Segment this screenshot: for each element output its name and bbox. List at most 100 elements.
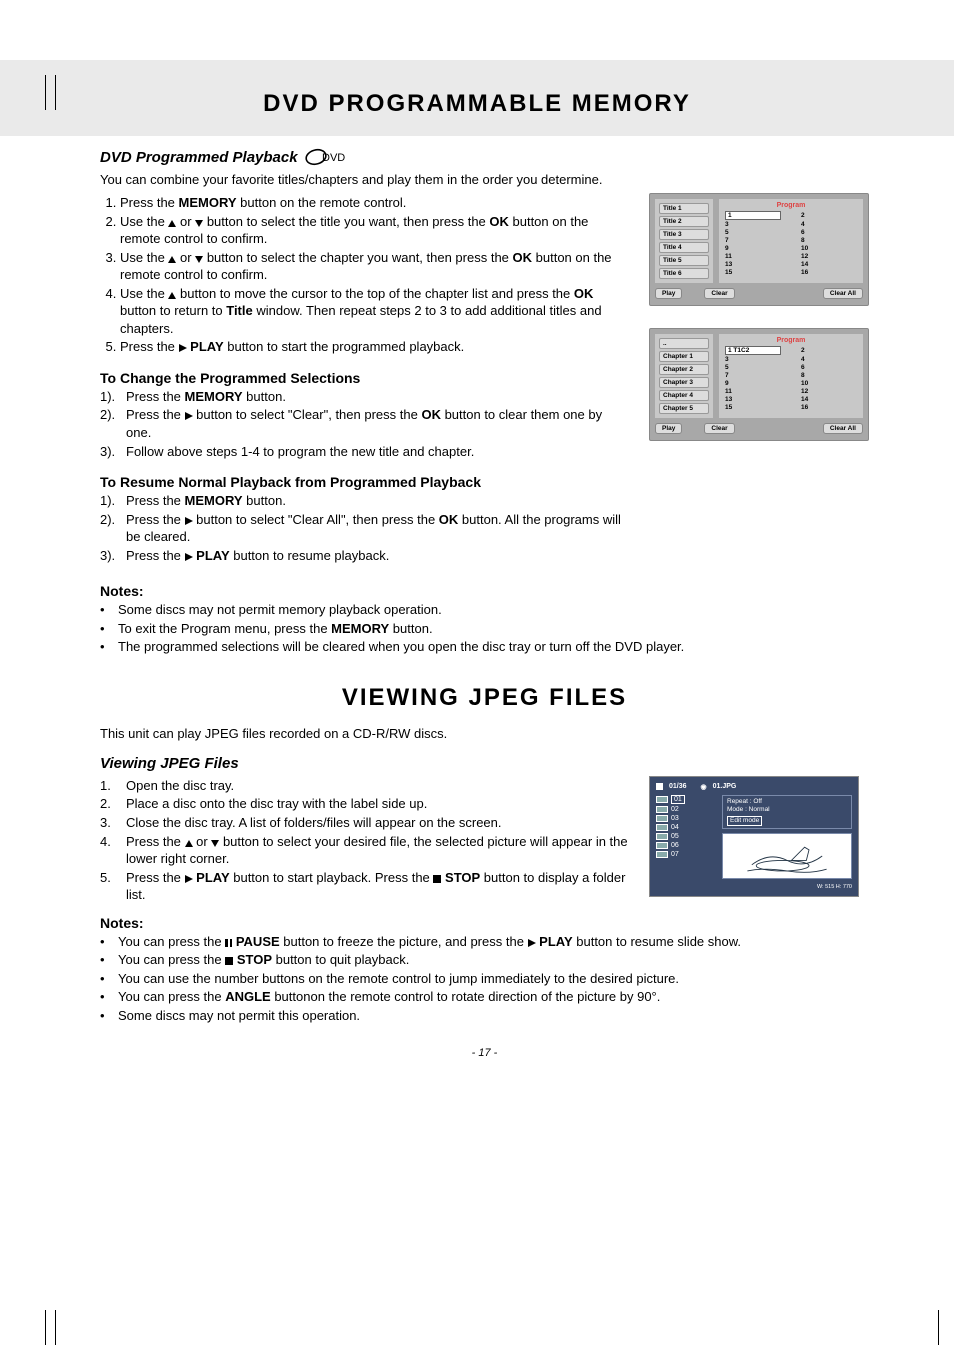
file-icon (656, 842, 668, 849)
jpeg-file-item: 03 (656, 815, 716, 822)
step: 1).Press the MEMORY button. (100, 492, 629, 510)
osd-slot: 11 (725, 253, 781, 260)
osd-slot: 10 (801, 380, 857, 387)
osd-slot: 16 (801, 269, 857, 276)
step: 2.Place a disc onto the disc tray with t… (100, 795, 629, 813)
osd-slot: 8 (801, 237, 857, 244)
osd-slot: 7 (725, 372, 781, 379)
change-steps: 1).Press the MEMORY button. 2).Press the… (100, 388, 629, 460)
osd-slot: 13 (725, 261, 781, 268)
notes-heading-1: Notes: (100, 583, 869, 599)
osd-slot: 1 (725, 211, 781, 220)
osd-program-chapters: ..Chapter 1Chapter 2Chapter 3Chapter 4Ch… (649, 328, 869, 441)
subsection-title-1: DVD Programmed Playback DVD (100, 148, 346, 166)
notes-list-1: Some discs may not permit memory playbac… (100, 601, 869, 656)
osd-chapter-item: Chapter 1 (659, 351, 709, 362)
step: 2).Press the button to select "Clear", t… (100, 406, 629, 441)
note: You can use the number buttons on the re… (100, 970, 869, 988)
osd-clear-button: Clear (704, 288, 734, 299)
osd-title-item: Title 3 (659, 229, 709, 240)
osd-slot: 11 (725, 388, 781, 395)
file-icon (656, 824, 668, 831)
section-header-1: DVD PROGRAMMABLE MEMORY (0, 60, 954, 136)
sub-heading-change: To Change the Programmed Selections (100, 370, 629, 386)
notes-heading-2: Notes: (100, 915, 869, 931)
jpeg-file-item: 05 (656, 833, 716, 840)
osd-title-item: Title 4 (659, 242, 709, 253)
osd-jpeg-viewer: 01/36 ◉ 01.JPG 01020304050607 Repeat : O… (649, 776, 859, 897)
osd-slot: 12 (801, 388, 857, 395)
osd-up-item: .. (659, 338, 709, 349)
osd-clearall-button: Clear All (823, 288, 863, 299)
play-icon (185, 517, 193, 525)
step: Use the button to move the cursor to the… (120, 285, 629, 338)
file-icon (656, 806, 668, 813)
note: Some discs may not permit this operation… (100, 1007, 869, 1025)
step: Use the or button to select the chapter … (120, 249, 629, 284)
osd-slot: 3 (725, 356, 781, 363)
play-icon (185, 875, 193, 883)
osd-clearall-button: Clear All (823, 423, 863, 434)
jpeg-file-item: 06 (656, 842, 716, 849)
subsection-title-2: Viewing JPEG Files (100, 755, 239, 772)
file-icon (656, 815, 668, 822)
step: 1).Press the MEMORY button. (100, 388, 629, 406)
osd-slot: 13 (725, 396, 781, 403)
osd-slot: 15 (725, 404, 781, 411)
step: 3.Close the disc tray. A list of folders… (100, 814, 629, 832)
osd-title-item: Title 2 (659, 216, 709, 227)
page-number: - 17 - (100, 1047, 869, 1059)
notes-list-2: You can press the PAUSE button to freeze… (100, 933, 869, 1025)
stop-icon (656, 783, 663, 790)
file-icon (656, 833, 668, 840)
step: 5.Press the PLAY button to start playbac… (100, 869, 629, 904)
osd-slot: 4 (801, 221, 857, 228)
osd-slot: 5 (725, 364, 781, 371)
osd-slot: 2 (801, 346, 857, 355)
play-icon (185, 553, 193, 561)
jpeg-preview (722, 833, 852, 879)
osd-title-item: Title 6 (659, 268, 709, 279)
svg-text:DVD: DVD (322, 152, 345, 164)
resume-steps: 1).Press the MEMORY button. 2).Press the… (100, 492, 629, 564)
osd-chapter-item: Chapter 4 (659, 390, 709, 401)
osd-slot: 9 (725, 245, 781, 252)
note: You can press the PAUSE button to freeze… (100, 933, 869, 951)
osd-slot-selected: 1 T1C2 (725, 346, 781, 355)
file-icon (656, 851, 668, 858)
intro-text-1: You can combine your favorite titles/cha… (100, 172, 869, 187)
play-icon (185, 412, 193, 420)
play-icon (179, 344, 187, 352)
jpeg-info-panel: Repeat : Off Mode : Normal Edit mode (722, 795, 852, 829)
step: Press the MEMORY button on the remote co… (120, 194, 629, 212)
osd-slot: 15 (725, 269, 781, 276)
step: 1.Open the disc tray. (100, 777, 629, 795)
jpeg-file-item: 04 (656, 824, 716, 831)
step: 3).Press the PLAY button to resume playb… (100, 547, 629, 565)
osd-slot: 3 (725, 221, 781, 228)
osd-chapter-item: Chapter 3 (659, 377, 709, 388)
step: 4.Press the or button to select your des… (100, 833, 629, 868)
osd-slot: 9 (725, 380, 781, 387)
jpeg-file-item: 02 (656, 806, 716, 813)
osd-slot: 4 (801, 356, 857, 363)
up-icon (185, 840, 193, 847)
note: Some discs may not permit memory playbac… (100, 601, 869, 619)
osd-clear-button: Clear (704, 423, 734, 434)
page-title-2: VIEWING JPEG FILES (100, 684, 869, 712)
intro-text-2: This unit can play JPEG files recorded o… (100, 726, 869, 741)
play-icon (528, 939, 536, 947)
osd-title-item: Title 5 (659, 255, 709, 266)
osd-title-item: Title 1 (659, 203, 709, 214)
osd-slot: 12 (801, 253, 857, 260)
jpeg-file-item: 07 (656, 851, 716, 858)
osd-slot: 14 (801, 261, 857, 268)
osd-slot: 16 (801, 404, 857, 411)
osd-play-button: Play (655, 288, 682, 299)
step: 2).Press the button to select "Clear All… (100, 511, 629, 546)
note: The programmed selections will be cleare… (100, 638, 869, 656)
note: You can press the ANGLE buttonon the rem… (100, 988, 869, 1006)
osd-chapter-item: Chapter 5 (659, 403, 709, 414)
osd-play-button: Play (655, 423, 682, 434)
note: You can press the STOP button to quit pl… (100, 951, 869, 969)
